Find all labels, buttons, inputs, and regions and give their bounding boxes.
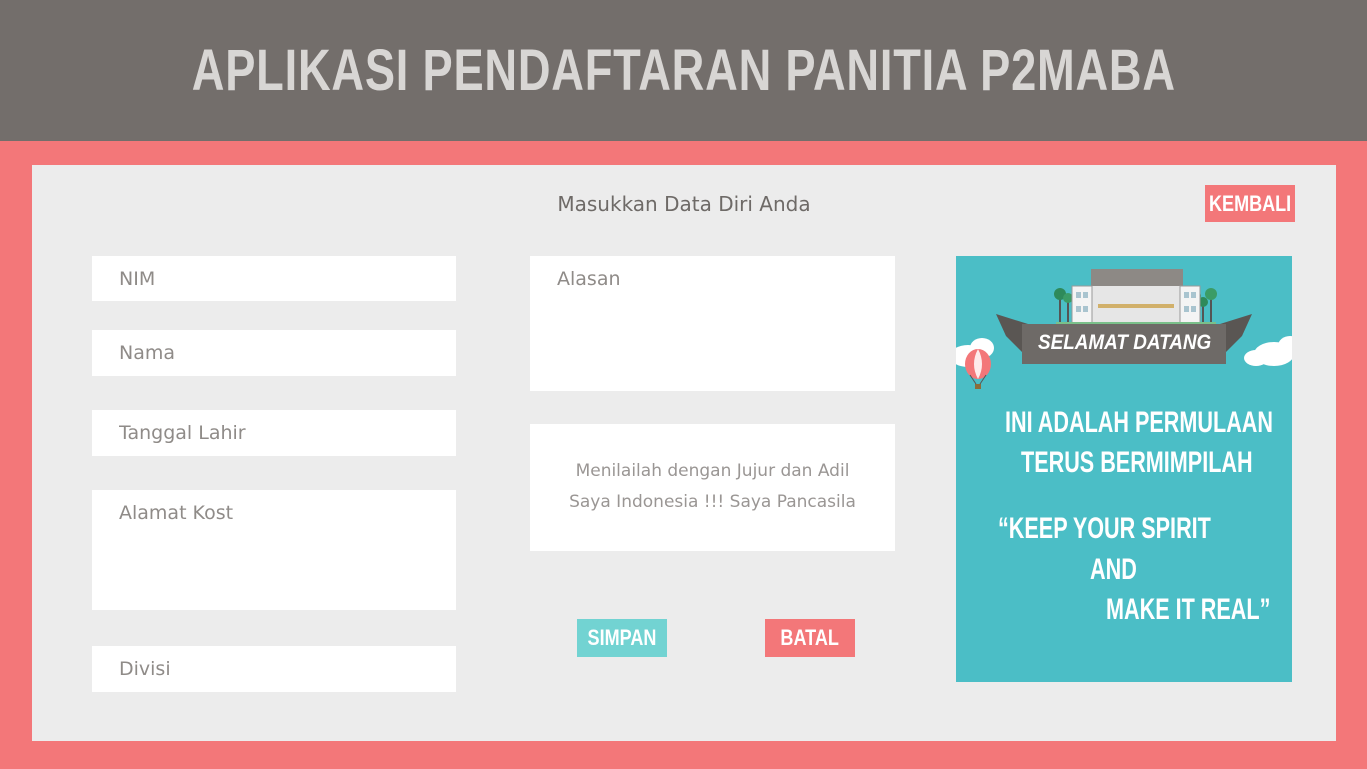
quote-box: Menilailah dengan Jujur dan Adil Saya In… — [530, 424, 895, 551]
campus-illustration — [956, 269, 1292, 389]
form-heading: Masukkan Data Diri Anda — [557, 192, 811, 216]
cancel-button-label: BATAL — [780, 625, 840, 650]
save-button[interactable]: SIMPAN — [577, 619, 667, 657]
welcome-banner-text: SELAMAT DATANG — [1038, 331, 1212, 354]
nama-field[interactable] — [92, 330, 456, 376]
quote-line: Saya Indonesia !!! Saya Pancasila — [569, 492, 856, 512]
app-title: APLIKASI PENDAFTARAN PANITIA P2MABA — [191, 38, 1176, 103]
cancel-button[interactable]: BATAL — [765, 619, 855, 657]
nim-field[interactable] — [92, 256, 456, 301]
welcome-poster: SELAMAT DATANG INI ADALAH PERMULAAN TERU… — [956, 256, 1292, 682]
back-button-label: KEMBALI — [1208, 190, 1292, 216]
app-header: APLIKASI PENDAFTARAN PANITIA P2MABA — [0, 0, 1367, 141]
quote-line: Menilailah dengan Jujur dan Adil — [575, 461, 850, 481]
form-panel: Masukkan Data Diri Anda KEMBALI Menilail… — [32, 165, 1336, 741]
poster-line: AND — [1090, 553, 1137, 586]
tanggal-lahir-field[interactable] — [92, 410, 456, 456]
balloon-icon — [965, 349, 991, 389]
save-button-label: SIMPAN — [587, 625, 657, 650]
alasan-field[interactable] — [530, 256, 895, 391]
building-icon — [1056, 269, 1216, 331]
poster-line: “KEEP YOUR SPIRIT — [998, 512, 1211, 545]
poster-line: INI ADALAH PERMULAAN — [1005, 406, 1273, 439]
divisi-field[interactable] — [92, 646, 456, 692]
alamat-kost-field[interactable] — [92, 490, 456, 610]
poster-line: MAKE IT REAL” — [1106, 593, 1271, 626]
poster-line: TERUS BERMIMPILAH — [1021, 446, 1253, 479]
back-button[interactable]: KEMBALI — [1205, 185, 1295, 222]
